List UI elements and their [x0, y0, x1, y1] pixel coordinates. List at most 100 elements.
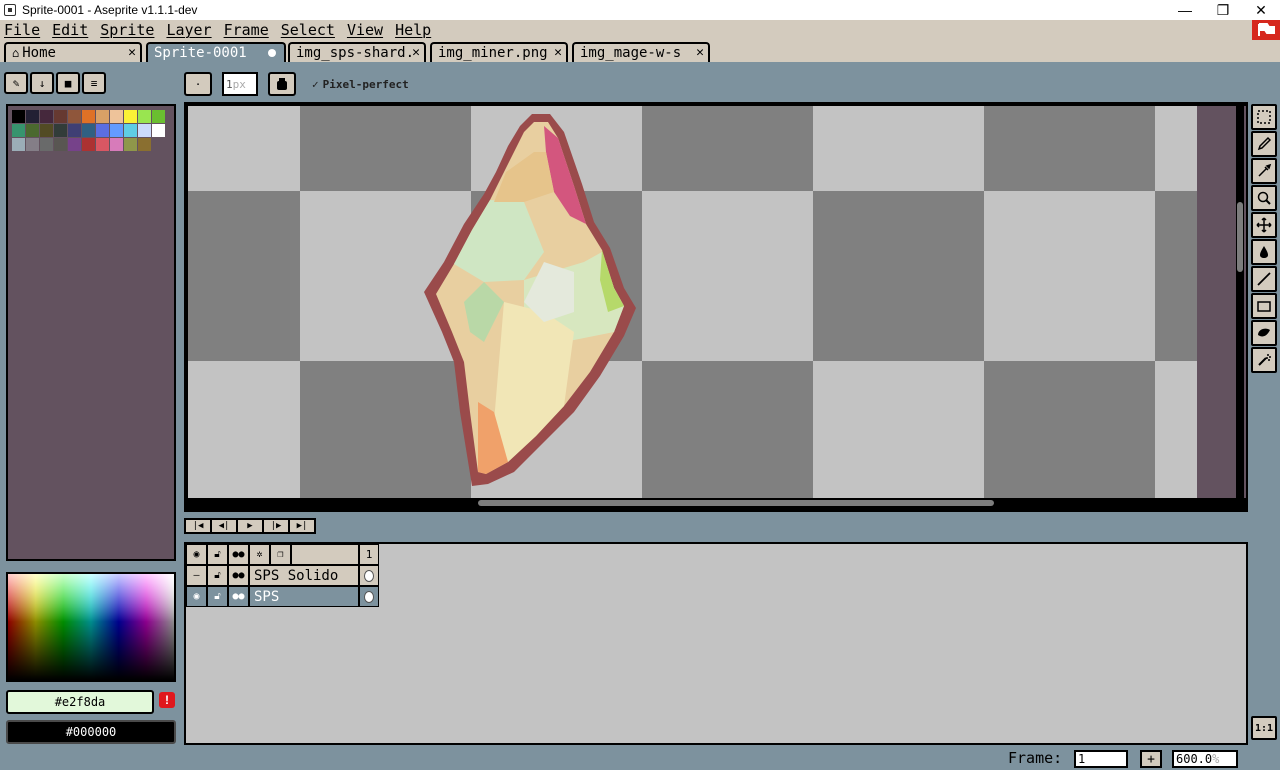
- foreground-color-button[interactable]: #e2f8da: [6, 690, 154, 714]
- palette-swatch[interactable]: [68, 110, 81, 123]
- palette-swatch[interactable]: [138, 110, 151, 123]
- contour-tool[interactable]: [1251, 320, 1277, 346]
- rectangle-tool[interactable]: [1251, 293, 1277, 319]
- continuous-icon[interactable]: ●●: [228, 565, 249, 586]
- background-color-button[interactable]: #000000: [6, 720, 176, 744]
- close-icon[interactable]: ✕: [128, 45, 136, 60]
- lock-icon[interactable]: 🔓︎: [207, 586, 228, 607]
- palette-swatch[interactable]: [68, 138, 81, 151]
- line-tool[interactable]: [1251, 266, 1277, 292]
- marquee-tool[interactable]: [1251, 104, 1277, 130]
- tab-img-mage[interactable]: img_mage-w-s ✕: [572, 42, 710, 62]
- close-icon[interactable]: ✕: [412, 45, 420, 60]
- layer-name[interactable]: SPS Solido: [249, 565, 359, 586]
- continuous-icon[interactable]: ●●: [228, 586, 249, 607]
- palette-swatch[interactable]: [40, 138, 53, 151]
- palette-swatch[interactable]: [110, 110, 123, 123]
- layers-header[interactable]: ❐: [270, 544, 291, 565]
- next-frame-button[interactable]: |▶: [262, 518, 290, 534]
- palette-swatch[interactable]: [12, 138, 25, 151]
- palette-presets-button[interactable]: ■: [56, 72, 80, 94]
- add-frame-button[interactable]: +: [1140, 750, 1162, 768]
- zoom-tool[interactable]: [1251, 185, 1277, 211]
- palette-swatch[interactable]: [26, 124, 39, 137]
- menu-sprite[interactable]: Sprite: [94, 21, 160, 39]
- palette-swatch[interactable]: [82, 110, 95, 123]
- palette-swatch[interactable]: [138, 138, 151, 151]
- palette-swatch[interactable]: [68, 124, 81, 137]
- zoom-reset-button[interactable]: 1:1: [1251, 716, 1277, 740]
- palette-swatch[interactable]: [26, 138, 39, 151]
- previous-frame-button[interactable]: ◀|: [210, 518, 238, 534]
- palette-swatch[interactable]: [12, 124, 25, 137]
- eye-icon[interactable]: ◉: [186, 586, 207, 607]
- palette-swatch[interactable]: [96, 124, 109, 137]
- tab-img-sps-shard[interactable]: img_sps-shard. ✕: [288, 42, 426, 62]
- cel[interactable]: [359, 586, 379, 607]
- menu-layer[interactable]: Layer: [160, 21, 217, 39]
- warning-icon[interactable]: !: [159, 692, 175, 708]
- close-button[interactable]: ✕: [1242, 0, 1280, 20]
- palette-swatch[interactable]: [110, 124, 123, 137]
- move-tool[interactable]: [1251, 212, 1277, 238]
- palette-sort-button[interactable]: ↓: [30, 72, 54, 94]
- palette-edit-button[interactable]: ✎: [4, 72, 28, 94]
- color-spectrum[interactable]: [6, 572, 176, 682]
- horizontal-scrollbar[interactable]: [188, 498, 1246, 508]
- menu-edit[interactable]: Edit: [46, 21, 94, 39]
- palette-swatch[interactable]: [82, 138, 95, 151]
- tab-home[interactable]: ⌂ Home ✕: [4, 42, 142, 62]
- close-icon[interactable]: ✕: [554, 45, 562, 60]
- visibility-header[interactable]: ◉: [186, 544, 207, 565]
- paint-bucket-tool[interactable]: [1251, 239, 1277, 265]
- frame-input[interactable]: 1: [1074, 750, 1128, 768]
- menu-frame[interactable]: Frame: [218, 21, 275, 39]
- zoom-input[interactable]: 600.0%: [1172, 750, 1238, 768]
- palette-swatch[interactable]: [152, 124, 165, 137]
- layer-row-sps-solido[interactable]: — 🔓︎ ●● SPS Solido: [186, 565, 379, 586]
- minimize-button[interactable]: —: [1166, 0, 1204, 20]
- tab-img-miner[interactable]: img_miner.png ✕: [430, 42, 568, 62]
- last-frame-button[interactable]: ▶|: [288, 518, 316, 534]
- hidden-eye-icon[interactable]: —: [186, 565, 207, 586]
- frame-header-1[interactable]: 1: [359, 544, 379, 565]
- lock-icon[interactable]: 🔓︎: [207, 565, 228, 586]
- palette-swatch[interactable]: [124, 138, 137, 151]
- palette-swatch[interactable]: [54, 138, 67, 151]
- palette-swatch[interactable]: [82, 124, 95, 137]
- layer-row-sps[interactable]: ◉ 🔓︎ ●● SPS: [186, 586, 379, 607]
- palette-swatch[interactable]: [12, 110, 25, 123]
- menu-select[interactable]: Select: [275, 21, 341, 39]
- palette-swatch[interactable]: [54, 110, 67, 123]
- horizontal-scroll-thumb[interactable]: [478, 500, 994, 506]
- brush-type-button[interactable]: ·: [184, 72, 212, 96]
- palette-swatch[interactable]: [124, 110, 137, 123]
- sprite-canvas[interactable]: [188, 106, 1246, 498]
- vertical-scroll-thumb[interactable]: [1237, 202, 1243, 272]
- palette-swatch[interactable]: [96, 138, 109, 151]
- notifications-flag-icon[interactable]: [1252, 20, 1280, 40]
- palette-swatch[interactable]: [54, 124, 67, 137]
- tab-sprite-0001[interactable]: Sprite-0001: [146, 42, 286, 62]
- first-frame-button[interactable]: |◀: [184, 518, 212, 534]
- play-button[interactable]: ▶: [236, 518, 264, 534]
- pixel-perfect-checkbox[interactable]: ✓ Pixel-perfect: [312, 78, 409, 91]
- palette-swatch[interactable]: [110, 138, 123, 151]
- brush-size-input[interactable]: 1 px: [222, 72, 258, 96]
- menu-view[interactable]: View: [341, 21, 389, 39]
- palette-swatch[interactable]: [138, 124, 151, 137]
- menu-help[interactable]: Help: [389, 21, 437, 39]
- layer-name[interactable]: SPS: [249, 586, 359, 607]
- palette-swatch[interactable]: [40, 124, 53, 137]
- cel[interactable]: [359, 565, 379, 586]
- palette-swatch[interactable]: [152, 110, 165, 123]
- close-icon[interactable]: ✕: [696, 45, 704, 60]
- palette-swatch[interactable]: [124, 124, 137, 137]
- spray-tool[interactable]: [1251, 347, 1277, 373]
- palette-swatch[interactable]: [40, 110, 53, 123]
- palette-options-button[interactable]: ≡: [82, 72, 106, 94]
- menu-file[interactable]: File: [0, 21, 46, 39]
- settings-header[interactable]: ✲: [249, 544, 270, 565]
- ink-type-button[interactable]: [268, 72, 296, 96]
- lock-header[interactable]: 🔓︎: [207, 544, 228, 565]
